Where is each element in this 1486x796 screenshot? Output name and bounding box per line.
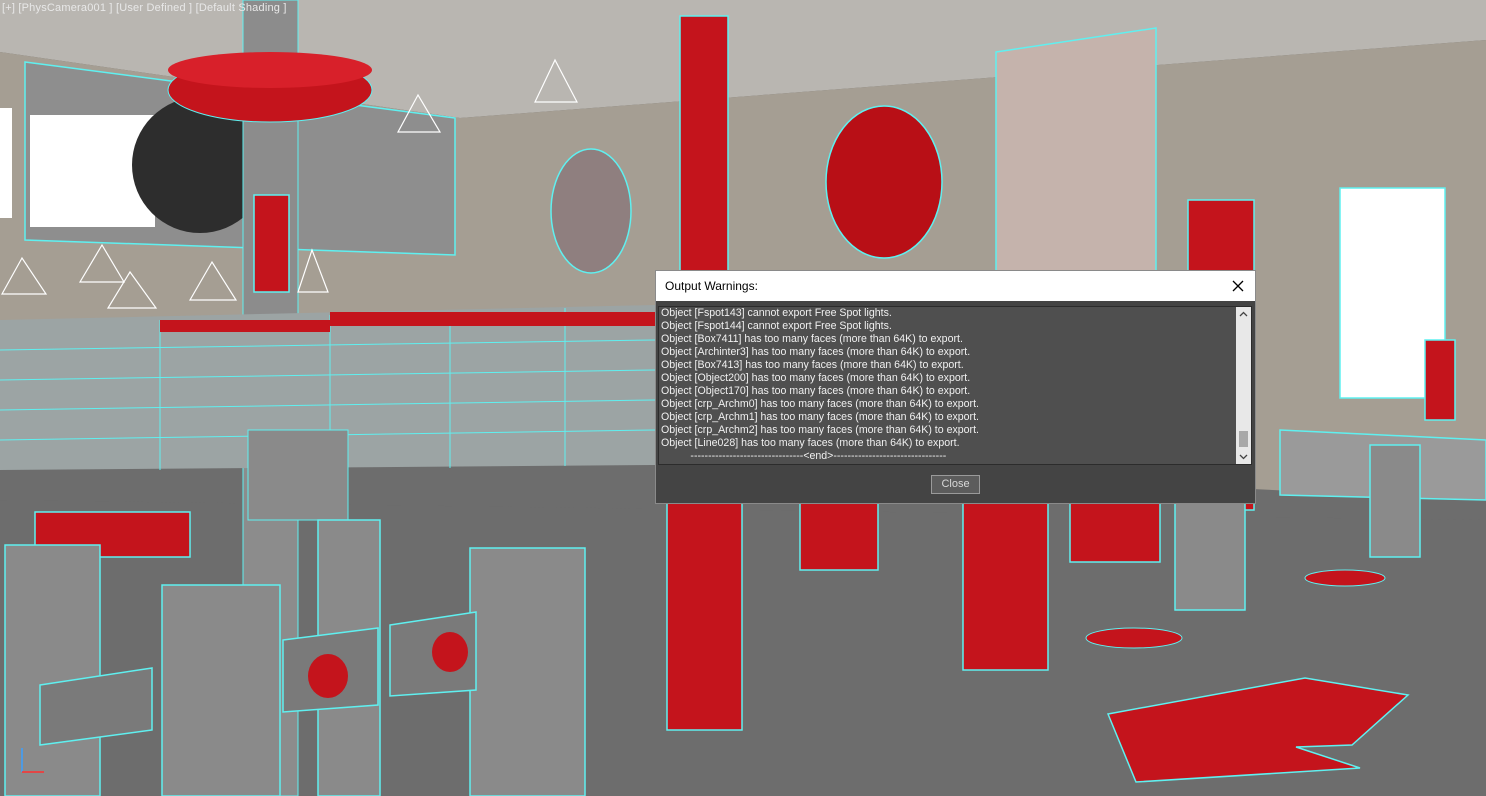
floor-circle bbox=[1304, 569, 1386, 587]
close-icon[interactable] bbox=[1227, 275, 1249, 297]
scroll-down-icon[interactable] bbox=[1236, 449, 1251, 464]
log-line: --------------------------------<end>---… bbox=[661, 450, 947, 462]
floor-circle bbox=[1085, 627, 1183, 649]
close-button[interactable]: Close bbox=[931, 475, 980, 494]
scroll-up-icon[interactable] bbox=[1236, 307, 1251, 322]
red-column bbox=[962, 499, 1049, 671]
turnstile-disc bbox=[432, 632, 468, 672]
red-banner bbox=[679, 15, 729, 277]
red-column bbox=[1424, 339, 1456, 421]
turnstile-disc bbox=[308, 654, 348, 698]
log-line: Object [Fspot144] cannot export Free Spo… bbox=[661, 320, 892, 332]
log-line: Object [Archinter3] has too many faces (… bbox=[661, 346, 971, 358]
pillar-sign bbox=[253, 194, 290, 293]
dialog-title: Output Warnings: bbox=[665, 279, 758, 293]
log-line: Object [Box7413] has too many faces (mor… bbox=[661, 359, 964, 371]
wall-art-oval bbox=[825, 105, 943, 259]
log-line: Object [Object200] has too many faces (m… bbox=[661, 372, 971, 384]
output-warnings-dialog: Output Warnings: Object [Fspot143] canno… bbox=[655, 270, 1256, 504]
shelf-header bbox=[330, 312, 655, 326]
log-line: Object [Fspot143] cannot export Free Spo… bbox=[661, 307, 892, 319]
log-line: Object [Object170] has too many faces (m… bbox=[661, 385, 971, 397]
counter-leg bbox=[1174, 499, 1246, 611]
warnings-log[interactable]: Object [Fspot143] cannot export Free Spo… bbox=[658, 306, 1252, 465]
shelf-header bbox=[160, 320, 330, 332]
log-scrollbar[interactable] bbox=[1236, 307, 1251, 464]
red-column bbox=[666, 499, 743, 731]
scroll-thumb[interactable] bbox=[1239, 431, 1248, 447]
log-line: Object [crp_Archm0] has too many faces (… bbox=[661, 398, 979, 410]
dialog-titlebar[interactable]: Output Warnings: bbox=[656, 271, 1255, 301]
viewport-label[interactable]: [+] [PhysCamera001 ] [User Defined ] [De… bbox=[2, 2, 287, 14]
red-column bbox=[1069, 499, 1161, 563]
log-line: Object [crp_Archm1] has too many faces (… bbox=[661, 411, 979, 423]
counter-leg bbox=[1369, 444, 1421, 558]
wall-hanging bbox=[995, 27, 1157, 281]
display-bin bbox=[247, 429, 349, 521]
log-line: Object [crp_Archm2] has too many faces (… bbox=[661, 424, 979, 436]
warnings-log-lines: Object [Fspot143] cannot export Free Spo… bbox=[661, 307, 1239, 463]
red-column bbox=[799, 499, 879, 571]
log-line: Object [Box7411] has too many faces (mor… bbox=[661, 333, 963, 345]
log-line: Object [Line028] has too many faces (mor… bbox=[661, 437, 960, 449]
wall-art-oval bbox=[550, 148, 632, 274]
